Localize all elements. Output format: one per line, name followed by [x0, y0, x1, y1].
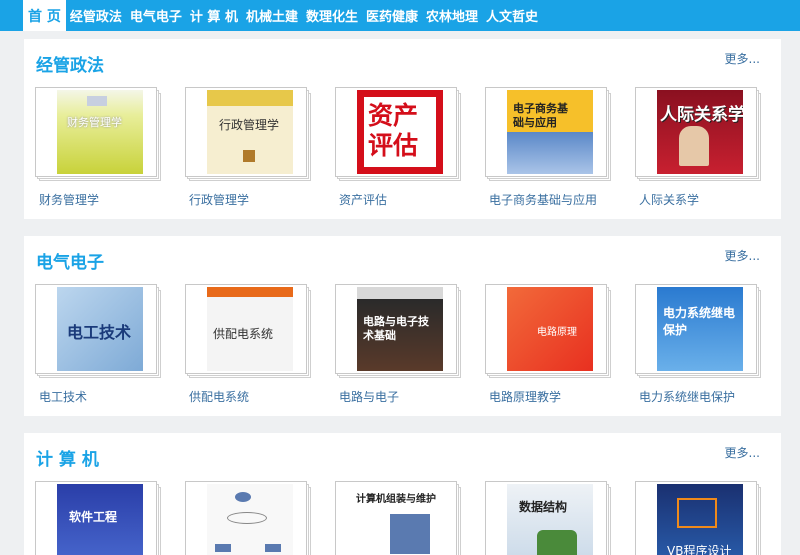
nav-item-electrical[interactable]: 电气电子: [126, 0, 186, 31]
section-computer: 计 算 机 更多... 软件工程 计算机组装与维护 数据结构 VB程序设计: [24, 433, 781, 555]
book-cover[interactable]: 行政管理学: [207, 90, 293, 174]
top-nav: 首 页 经管政法 电气电子 计 算 机 机械土建 数理化生 医药健康 农林地理 …: [0, 0, 800, 31]
nav-item-agriculture[interactable]: 农林地理: [422, 0, 482, 31]
section-electrical: 电气电子 更多... 电工技术 电工技术 供配电系统 供配电系统 电路与电子技术…: [24, 236, 781, 416]
book-cover[interactable]: 人际关系学: [657, 90, 743, 174]
book-cover[interactable]: 电路原理: [507, 287, 593, 371]
book-cover[interactable]: 供配电系统: [207, 287, 293, 371]
book-cover[interactable]: 财务管理学: [57, 90, 143, 174]
section-title: 电气电子: [36, 253, 104, 273]
book-cover[interactable]: 软件工程: [57, 484, 143, 555]
nav-item-economics-law[interactable]: 经管政法: [66, 0, 126, 31]
nav-item-home[interactable]: 首 页: [23, 0, 66, 31]
nav-item-science[interactable]: 数理化生: [302, 0, 362, 31]
book-cover[interactable]: 电工技术: [57, 287, 143, 371]
book-cover[interactable]: [207, 484, 293, 555]
book-title[interactable]: 电路原理教学: [489, 388, 561, 405]
book-cover[interactable]: 电力系统继电保护: [657, 287, 743, 371]
book-title[interactable]: 人际关系学: [639, 191, 699, 208]
book-title[interactable]: 资产评估: [339, 191, 387, 208]
book-title[interactable]: 行政管理学: [189, 191, 249, 208]
book-title[interactable]: 供配电系统: [189, 388, 249, 405]
nav-item-mechanical[interactable]: 机械土建: [242, 0, 302, 31]
book-title[interactable]: 财务管理学: [39, 191, 99, 208]
book-title[interactable]: 电子商务基础与应用: [489, 191, 597, 208]
nav-item-medicine[interactable]: 医药健康: [362, 0, 422, 31]
book-cover[interactable]: 资产评估: [357, 90, 443, 174]
more-link[interactable]: 更多...: [725, 444, 760, 461]
book-title[interactable]: 电力系统继电保护: [639, 388, 735, 405]
book-cover[interactable]: VB程序设计: [657, 484, 743, 555]
more-link[interactable]: 更多...: [725, 247, 760, 264]
section-title: 经管政法: [36, 56, 104, 76]
book-title[interactable]: 电工技术: [39, 388, 87, 405]
nav-item-humanities[interactable]: 人文哲史: [482, 0, 542, 31]
book-title[interactable]: 电路与电子: [339, 388, 399, 405]
book-cover[interactable]: 电路与电子技术基础: [357, 287, 443, 371]
book-cover[interactable]: 计算机组装与维护: [350, 484, 450, 555]
book-cover[interactable]: 电子商务基础与应用: [507, 90, 593, 174]
section-economics-law: 经管政法 更多... 财务管理学 财务管理学 行政管理学 行政管理学 资产评估 …: [24, 39, 781, 219]
section-title: 计 算 机: [36, 450, 99, 470]
book-cover[interactable]: 数据结构: [507, 484, 593, 555]
nav-item-computer[interactable]: 计 算 机: [186, 0, 242, 31]
more-link[interactable]: 更多...: [725, 50, 760, 67]
